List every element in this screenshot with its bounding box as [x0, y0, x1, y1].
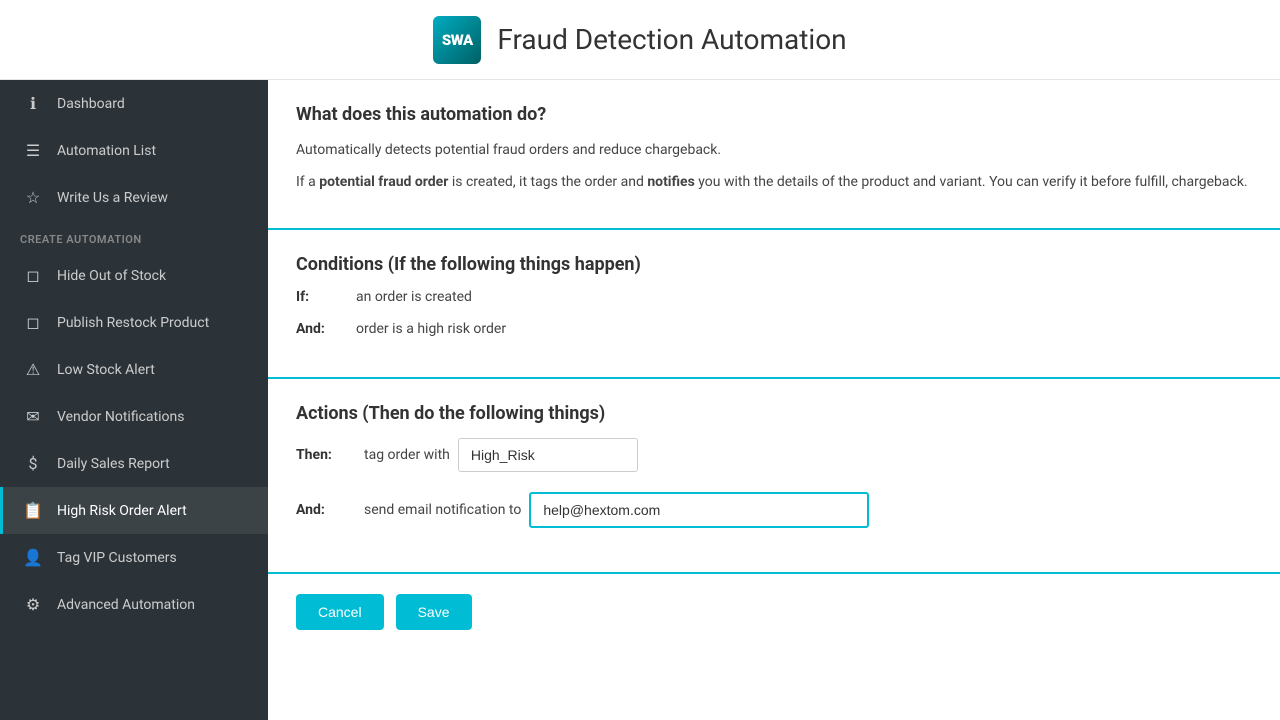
- app-logo: SWA: [433, 16, 481, 64]
- and-value: order is a high risk order: [356, 321, 506, 337]
- sidebar: ℹ Dashboard ☰ Automation List ☆ Write Us…: [0, 80, 268, 720]
- then-label: Then:: [296, 447, 356, 463]
- what-text1: Automatically detects potential fraud or…: [296, 139, 1252, 161]
- if-value: an order is created: [356, 289, 472, 305]
- text2-suffix: you with the details of the product and …: [695, 174, 1248, 190]
- main-layout: ℹ Dashboard ☰ Automation List ☆ Write Us…: [0, 80, 1280, 720]
- page-title: Fraud Detection Automation: [497, 23, 846, 56]
- star-icon: ☆: [23, 188, 43, 207]
- email-input[interactable]: [529, 492, 869, 528]
- if-label: If:: [296, 289, 356, 305]
- gear-icon: ⚙: [23, 595, 43, 614]
- sidebar-label-vendor-notifications: Vendor Notifications: [57, 409, 184, 425]
- list-icon: ☰: [23, 141, 43, 160]
- text2-bold1: potential fraud order: [319, 174, 448, 190]
- app-header: SWA Fraud Detection Automation: [0, 0, 1280, 80]
- what-section-title: What does this automation do?: [296, 104, 1252, 125]
- main-content: What does this automation do? Automatica…: [268, 80, 1280, 720]
- sidebar-label-publish-restock: Publish Restock Product: [57, 315, 209, 331]
- sidebar-item-write-review[interactable]: ☆ Write Us a Review: [0, 174, 268, 221]
- sidebar-item-tag-vip[interactable]: 👤 Tag VIP Customers: [0, 534, 268, 581]
- warning-icon: ⚠: [23, 360, 43, 379]
- sidebar-label-advanced-automation: Advanced Automation: [57, 597, 195, 613]
- save-button[interactable]: Save: [396, 594, 472, 630]
- text2-bold2: notifies: [647, 174, 694, 190]
- condition-and-row: And: order is a high risk order: [296, 321, 1252, 337]
- text2-middle: is created, it tags the order and: [448, 174, 647, 190]
- cancel-button[interactable]: Cancel: [296, 594, 384, 630]
- what-section: What does this automation do? Automatica…: [268, 80, 1280, 230]
- button-row: Cancel Save: [268, 574, 1280, 650]
- dollar-icon: $: [23, 454, 43, 473]
- sidebar-item-high-risk-order[interactable]: 📋 High Risk Order Alert: [0, 487, 268, 534]
- action-and-row: And: send email notification to: [296, 492, 1252, 528]
- package-icon: ◻: [23, 313, 43, 332]
- action-then-row: Then: tag order with: [296, 438, 1252, 472]
- sidebar-label-dashboard: Dashboard: [57, 96, 125, 112]
- sidebar-label-daily-sales-report: Daily Sales Report: [57, 456, 170, 472]
- and-text: send email notification to: [364, 502, 521, 518]
- box-icon: ◻: [23, 266, 43, 285]
- create-automation-label: CREATE AUTOMATION: [0, 221, 268, 252]
- sidebar-item-daily-sales-report[interactable]: $ Daily Sales Report: [0, 440, 268, 487]
- sidebar-item-hide-out-of-stock[interactable]: ◻ Hide Out of Stock: [0, 252, 268, 299]
- actions-section: Actions (Then do the following things) T…: [268, 379, 1280, 574]
- sidebar-item-vendor-notifications[interactable]: ✉ Vendor Notifications: [0, 393, 268, 440]
- sidebar-label-high-risk-order: High Risk Order Alert: [57, 503, 187, 519]
- conditions-title: Conditions (If the following things happ…: [296, 254, 1252, 275]
- user-icon: 👤: [23, 548, 43, 567]
- clipboard-icon: 📋: [23, 501, 43, 520]
- sidebar-item-advanced-automation[interactable]: ⚙ Advanced Automation: [0, 581, 268, 628]
- condition-if-row: If: an order is created: [296, 289, 1252, 305]
- actions-title: Actions (Then do the following things): [296, 403, 1252, 424]
- info-icon: ℹ: [23, 94, 43, 113]
- mail-icon: ✉: [23, 407, 43, 426]
- sidebar-label-tag-vip: Tag VIP Customers: [57, 550, 177, 566]
- sidebar-item-low-stock-alert[interactable]: ⚠ Low Stock Alert: [0, 346, 268, 393]
- sidebar-item-publish-restock[interactable]: ◻ Publish Restock Product: [0, 299, 268, 346]
- logo-text: SWA: [442, 31, 473, 49]
- sidebar-item-automation-list[interactable]: ☰ Automation List: [0, 127, 268, 174]
- sidebar-item-dashboard[interactable]: ℹ Dashboard: [0, 80, 268, 127]
- and-label2: And:: [296, 502, 356, 518]
- and-label: And:: [296, 321, 356, 337]
- sidebar-label-low-stock-alert: Low Stock Alert: [57, 362, 155, 378]
- sidebar-label-automation-list: Automation List: [57, 143, 156, 159]
- tag-input[interactable]: [458, 438, 638, 472]
- conditions-section: Conditions (If the following things happ…: [268, 230, 1280, 379]
- text2-prefix: If a: [296, 174, 319, 190]
- sidebar-label-hide-out-of-stock: Hide Out of Stock: [57, 268, 166, 284]
- sidebar-label-write-review: Write Us a Review: [57, 190, 168, 206]
- then-text: tag order with: [364, 447, 450, 463]
- what-text2: If a potential fraud order is created, i…: [296, 171, 1252, 193]
